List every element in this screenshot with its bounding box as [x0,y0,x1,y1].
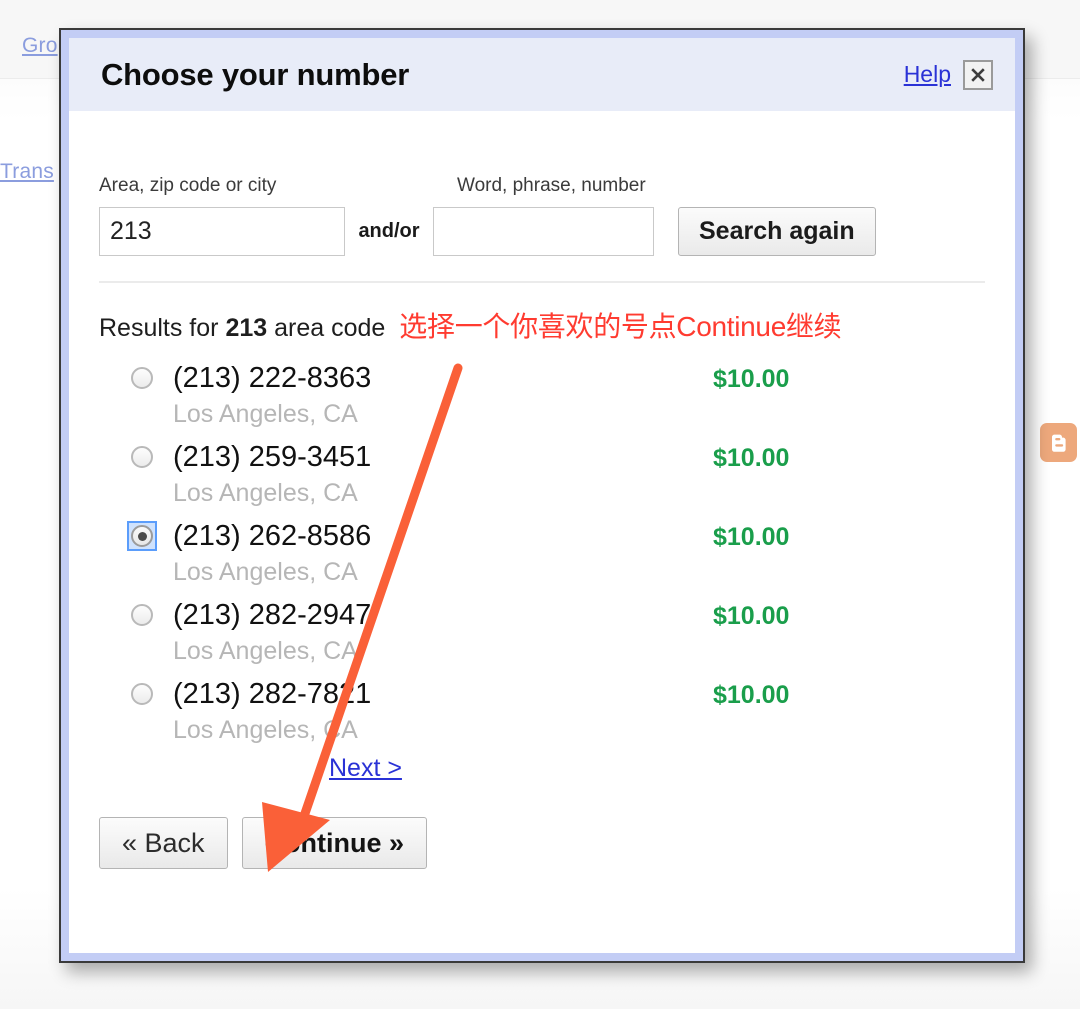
search-labels: Area, zip code or city Word, phrase, num… [99,171,985,197]
dialog-title: Choose your number [101,56,410,92]
next-link-row: Next > [99,754,985,783]
result-phone-number: (213) 259-3451 [173,441,372,473]
help-link[interactable]: Help [904,61,951,88]
result-price: $10.00 [713,681,790,709]
search-area: Area, zip code or city Word, phrase, num… [99,111,985,256]
result-main: (213) 282-2947 Los Angeles, CA [173,596,713,668]
number-radio[interactable] [131,683,153,705]
area-zip-city-input[interactable] [99,207,345,256]
word-phrase-number-input[interactable] [433,207,654,256]
results-title-prefix: Results for [99,314,226,342]
radio-cell [131,675,173,705]
footer-buttons: « Back Continue » [99,817,985,869]
result-price: $10.00 [713,444,790,472]
results-title-suffix: area code [267,314,386,342]
number-radio[interactable] [131,604,153,626]
background-link-groups[interactable]: Gro [22,34,58,58]
section-divider [99,281,985,283]
next-page-link[interactable]: Next > [329,754,402,782]
radio-dot [137,531,147,541]
result-location: Los Angeles, CA [173,400,358,428]
radio-cell [127,517,173,551]
result-phone-number: (213) 222-8363 [173,362,372,394]
result-phone-number: (213) 282-7821 [173,678,372,710]
result-location: Los Angeles, CA [173,558,358,586]
number-radio[interactable] [131,446,153,468]
result-row[interactable]: (213) 262-8586 Los Angeles, CA $10.00 [127,517,985,589]
result-main: (213) 259-3451 Los Angeles, CA [173,438,713,510]
result-main: (213) 222-8363 Los Angeles, CA [173,359,713,431]
search-again-button[interactable]: Search again [678,207,876,256]
number-radio[interactable] [131,367,153,389]
dialog-body: Area, zip code or city Word, phrase, num… [69,111,1015,953]
and-or-label: and/or [358,220,420,242]
word-input-label: Word, phrase, number [457,175,646,196]
radio-cell [131,359,173,389]
result-location: Los Angeles, CA [173,637,358,665]
results-header: Results for 213 area code 选择一个你喜欢的号点Cont… [99,305,985,345]
result-price: $10.00 [713,602,790,630]
radio-cell [131,438,173,468]
dialog-titlebar: Choose your number Help [69,38,1015,111]
result-phone-number: (213) 262-8586 [173,520,372,552]
choose-number-dialog: Choose your number Help Area, zip code o… [59,28,1025,963]
titlebar-actions: Help [904,59,993,90]
blogger-icon[interactable] [1040,423,1077,462]
area-input-label: Area, zip code or city [99,175,277,196]
result-row[interactable]: (213) 282-2947 Los Angeles, CA $10.00 [131,596,985,668]
result-price: $10.00 [713,365,790,393]
result-price: $10.00 [713,523,790,551]
close-x-icon [971,67,985,82]
result-location: Los Angeles, CA [173,716,358,744]
result-main: (213) 282-7821 Los Angeles, CA [173,675,713,747]
results-title: Results for 213 area code [99,314,385,343]
result-main: (213) 262-8586 Los Angeles, CA [173,517,713,589]
close-button[interactable] [963,59,993,90]
number-radio-selected[interactable] [127,521,157,551]
annotation-instruction-text: 选择一个你喜欢的号点Continue继续 [399,311,842,342]
result-row[interactable]: (213) 222-8363 Los Angeles, CA $10.00 [131,359,985,431]
result-row[interactable]: (213) 259-3451 Los Angeles, CA $10.00 [131,438,985,510]
radio-cell [131,596,173,626]
continue-button[interactable]: Continue » [241,817,428,869]
search-controls: and/or Search again [99,207,985,256]
result-row[interactable]: (213) 282-7821 Los Angeles, CA $10.00 [131,675,985,747]
background-link-transfer[interactable]: Trans [0,160,54,184]
result-phone-number: (213) 282-2947 [173,599,372,631]
result-location: Los Angeles, CA [173,479,358,507]
results-title-query: 213 [225,314,268,342]
results-list: (213) 222-8363 Los Angeles, CA $10.00 (213)… [99,359,985,747]
dialog-inner: Choose your number Help Area, zip code o… [69,38,1015,953]
radio-inner [131,525,153,547]
back-button[interactable]: « Back [99,817,228,869]
